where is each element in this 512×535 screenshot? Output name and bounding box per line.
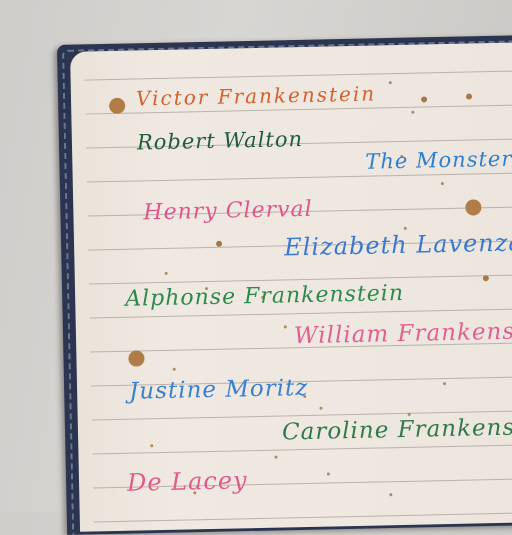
ruled-line (86, 171, 512, 183)
gold-dot (150, 444, 154, 448)
gold-dot (465, 199, 482, 216)
ruled-line (93, 511, 512, 523)
gold-dot (482, 275, 489, 282)
name-william-frankenstein: William Frankenstein (293, 317, 512, 350)
gold-dot (465, 93, 473, 100)
name-justine-moritz: Justine Moritz (128, 374, 309, 405)
gold-dot (411, 110, 415, 114)
notebook-page: Victor Frankenstein Robert Walton The Mo… (70, 42, 512, 532)
gold-dot (164, 271, 168, 275)
name-robert-walton: Robert Walton (136, 127, 304, 155)
gold-dot (389, 493, 393, 497)
name-caroline-frankenstein: Caroline Frankenstein (281, 413, 512, 446)
gold-dot (283, 325, 287, 329)
name-de-lacey: De Lacey (126, 466, 248, 497)
gold-dot (407, 412, 411, 416)
gold-dot (319, 406, 323, 410)
gold-dot (421, 96, 428, 103)
name-elizabeth-lavenza: Elizabeth Lavenza (283, 228, 512, 262)
gold-dot (440, 182, 444, 186)
name-the-monster: The Monster (365, 146, 512, 174)
name-alphonse-frankenstein: Alphonse Frankenstein (124, 280, 405, 312)
gold-dot (388, 81, 392, 85)
name-henry-clerval: Henry Clerval (143, 196, 313, 226)
gold-dot (274, 455, 278, 459)
gold-dot (128, 350, 145, 367)
ruled-line (92, 443, 512, 455)
gold-dot (443, 382, 447, 386)
gold-dot (216, 240, 223, 247)
ruled-line (84, 70, 512, 81)
gold-dot (326, 472, 330, 476)
gold-dot (403, 226, 407, 230)
gold-dot (109, 97, 126, 115)
name-victor-frankenstein: Victor Frankenstein (135, 81, 377, 111)
gold-dot (172, 367, 176, 371)
